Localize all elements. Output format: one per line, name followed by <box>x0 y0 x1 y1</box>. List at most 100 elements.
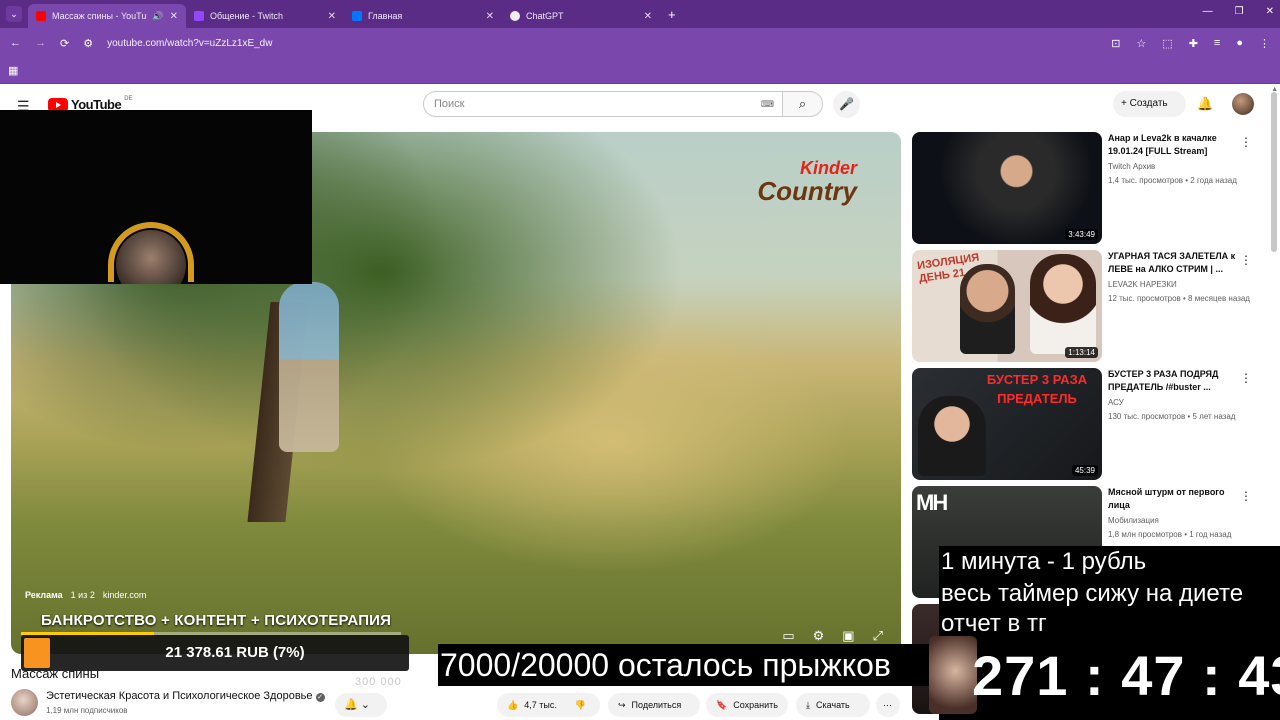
channel-avatar[interactable] <box>11 689 38 716</box>
profile-icon[interactable]: ● <box>1236 37 1243 49</box>
dislike-icon[interactable]: 👎 <box>575 693 586 717</box>
close-tab-icon[interactable]: ✕ <box>644 11 652 22</box>
more-options-icon[interactable]: ⋮ <box>1240 371 1252 385</box>
recommendation-meta: 1,8 млн просмотров • 1 год назад <box>1108 530 1232 539</box>
like-count[interactable]: 4,7 тыс. <box>524 693 557 717</box>
like-icon[interactable]: 👍 <box>507 693 518 717</box>
page-scrollbar[interactable] <box>1271 92 1277 252</box>
rule-line-3: отчет в тг <box>941 610 1047 637</box>
more-options-icon[interactable]: ⋮ <box>1240 135 1252 149</box>
recommendation-thumbnail[interactable]: БУСТЕР 3 РАЗА ПРЕДАТЕЛЬ 45:39 <box>912 368 1102 480</box>
streamer-webcam <box>0 110 312 284</box>
fullscreen-icon[interactable]: ⤢ <box>873 628 883 644</box>
recommendation-title[interactable]: УГАРНАЯ ТАСЯ ЗАЛЕТЕЛА к ЛЕВЕ на АЛКО СТР… <box>1108 250 1248 276</box>
share-icon: ↪ <box>618 700 626 710</box>
close-window-icon[interactable]: ✕ <box>1266 6 1274 17</box>
thumbnail-person <box>918 396 986 476</box>
recommendation-title[interactable]: БУСТЕР 3 РАЗА ПОДРЯД ПРЕДАТЕЛЬ /#buster … <box>1108 368 1248 394</box>
ad-brand-logo: Kinder Country <box>757 158 857 206</box>
subscription-bell-button[interactable]: 🔔 ⌄ <box>335 693 387 717</box>
video-controls: ▭ ⚙ ▣ ⤢ <box>782 628 883 644</box>
create-button[interactable]: + Создать <box>1113 91 1186 117</box>
search-button[interactable]: ⌕ <box>782 91 823 117</box>
minimize-icon[interactable]: — <box>1203 6 1213 17</box>
channel-name[interactable]: Эстетическая Красота и Психологическое З… <box>46 690 325 702</box>
jumps-counter: 7000/20000 осталось прыжков <box>438 644 930 686</box>
recommendation-title[interactable]: Мясной штурм от первого лица <box>1108 486 1248 512</box>
keyboard-icon[interactable]: ⌨ <box>761 99 774 110</box>
download-button[interactable]: ⤓ Скачать <box>796 693 870 717</box>
chevron-down-icon: ⌄ <box>360 699 370 711</box>
install-app-icon[interactable]: ⊡ <box>1111 37 1120 50</box>
tab-twitch[interactable]: Общение - Twitch ✕ <box>186 4 344 28</box>
puzzle-icon[interactable]: ✚ <box>1189 37 1198 50</box>
close-tab-icon[interactable]: ✕ <box>486 11 494 22</box>
browser-menu-icon[interactable]: ⋮ <box>1259 37 1270 50</box>
ad-count: 1 из 2 <box>70 590 95 600</box>
maximize-icon[interactable]: ❐ <box>1235 6 1244 17</box>
bookmarks-bar: ▦ <box>0 58 1280 84</box>
subscriber-count: 1,19 млн подписчиков <box>46 706 128 715</box>
search-placeholder: Поиск <box>434 98 465 110</box>
ad-domain-link[interactable]: kinder.com <box>103 590 147 600</box>
browser-tab-bar: ⌄ Массаж спины - YouTube 🔊 ✕ Общение - T… <box>0 0 1280 28</box>
download-icon: ⤓ <box>806 700 810 710</box>
save-bookmark-icon: 🔖 <box>716 700 728 710</box>
donation-goal-bar: 21 378.61 RUB (7%) <box>21 635 409 671</box>
voice-search-button[interactable]: 🎤 <box>833 91 860 118</box>
apps-grid-icon[interactable]: ▦ <box>8 64 18 77</box>
tab-youtube[interactable]: Массаж спины - YouTube 🔊 ✕ <box>28 4 186 28</box>
rule-line-1: 1 минута - 1 рубль <box>941 548 1147 575</box>
recommendation-item[interactable]: БУСТЕР 3 РАЗА ПРЕДАТЕЛЬ 45:39 БУСТЕР 3 Р… <box>912 368 1270 480</box>
reading-list-icon[interactable]: ≡ <box>1214 37 1220 49</box>
reload-icon[interactable]: ⟳ <box>60 37 69 50</box>
close-tab-icon[interactable]: ✕ <box>328 11 336 22</box>
speaker-icon[interactable]: 🔊 <box>152 11 163 22</box>
recommendation-title[interactable]: Анар и Leva2k в качалке 19.01.24 [FULL S… <box>1108 132 1248 158</box>
back-icon[interactable]: ← <box>10 37 21 49</box>
recommendation-item[interactable]: 3:43:49 Анар и Leva2k в качалке 19.01.24… <box>912 132 1270 244</box>
notifications-bell-icon[interactable]: 🔔 <box>1197 96 1213 112</box>
video-person <box>279 282 339 452</box>
close-tab-icon[interactable]: ✕ <box>170 11 178 22</box>
recommendation-thumbnail[interactable]: ИЗОЛЯЦИЯ ДЕНЬ 21 1:13:14 <box>912 250 1102 362</box>
more-options-icon[interactable]: ⋮ <box>1240 253 1252 267</box>
ghost-number: 300 000 <box>355 676 402 688</box>
settings-gear-icon[interactable]: ⚙ <box>813 628 825 644</box>
recommendation-channel[interactable]: Мобилизация <box>1108 516 1159 525</box>
recommendation-item[interactable]: ИЗОЛЯЦИЯ ДЕНЬ 21 1:13:14 УГАРНАЯ ТАСЯ ЗА… <box>912 250 1270 362</box>
brand-line2: Country <box>757 176 857 206</box>
subtitles-icon[interactable]: ▭ <box>782 628 794 644</box>
twitch-favicon-icon <box>194 11 204 21</box>
share-button[interactable]: ↪ Поделиться <box>608 693 700 717</box>
tab-vk[interactable]: Главная ✕ <box>344 4 502 28</box>
thumbnail-person-2 <box>1030 254 1096 354</box>
site-info-icon[interactable]: ⚙ <box>83 37 93 50</box>
tab-title: Общение - Twitch <box>210 11 283 21</box>
url-field[interactable]: youtube.com/watch?v=uZzLz1xE_dw <box>107 38 1097 49</box>
search-input[interactable]: Поиск ⌨ <box>423 91 783 117</box>
forward-icon[interactable]: → <box>35 37 46 49</box>
recommendation-thumbnail[interactable]: 3:43:49 <box>912 132 1102 244</box>
mic-icon: 🎤 <box>839 97 854 111</box>
theater-mode-icon[interactable]: ▣ <box>842 628 854 644</box>
bookmark-star-icon[interactable]: ☆ <box>1136 37 1146 50</box>
ad-label: Реклама <box>25 590 63 600</box>
recommendation-channel[interactable]: АСУ <box>1108 398 1124 407</box>
like-dislike-group: 👍 4,7 тыс. 👎 <box>497 693 600 717</box>
more-options-icon[interactable]: ⋮ <box>1240 489 1252 503</box>
bell-icon: 🔔 <box>344 699 358 711</box>
tab-chatgpt[interactable]: ChatGPT ✕ <box>502 4 660 28</box>
recommendation-channel[interactable]: Twitch Архив <box>1108 162 1155 171</box>
more-dots-icon: ⋯ <box>883 700 892 710</box>
tab-search-button[interactable]: ⌄ <box>6 6 22 22</box>
save-button[interactable]: 🔖 Сохранить <box>706 693 788 717</box>
new-tab-plus-icon[interactable]: + <box>668 7 676 22</box>
rule-line-2: весь таймер сижу на диете <box>941 580 1244 607</box>
save-label: Сохранить <box>733 700 778 710</box>
vk-favicon-icon <box>352 11 362 21</box>
extension-icon[interactable]: ⬚ <box>1162 37 1172 50</box>
account-avatar[interactable] <box>1232 93 1254 115</box>
more-actions-button[interactable]: ⋯ <box>876 693 900 717</box>
recommendation-channel[interactable]: LEVA2K НАРЕЗКИ <box>1108 280 1177 289</box>
